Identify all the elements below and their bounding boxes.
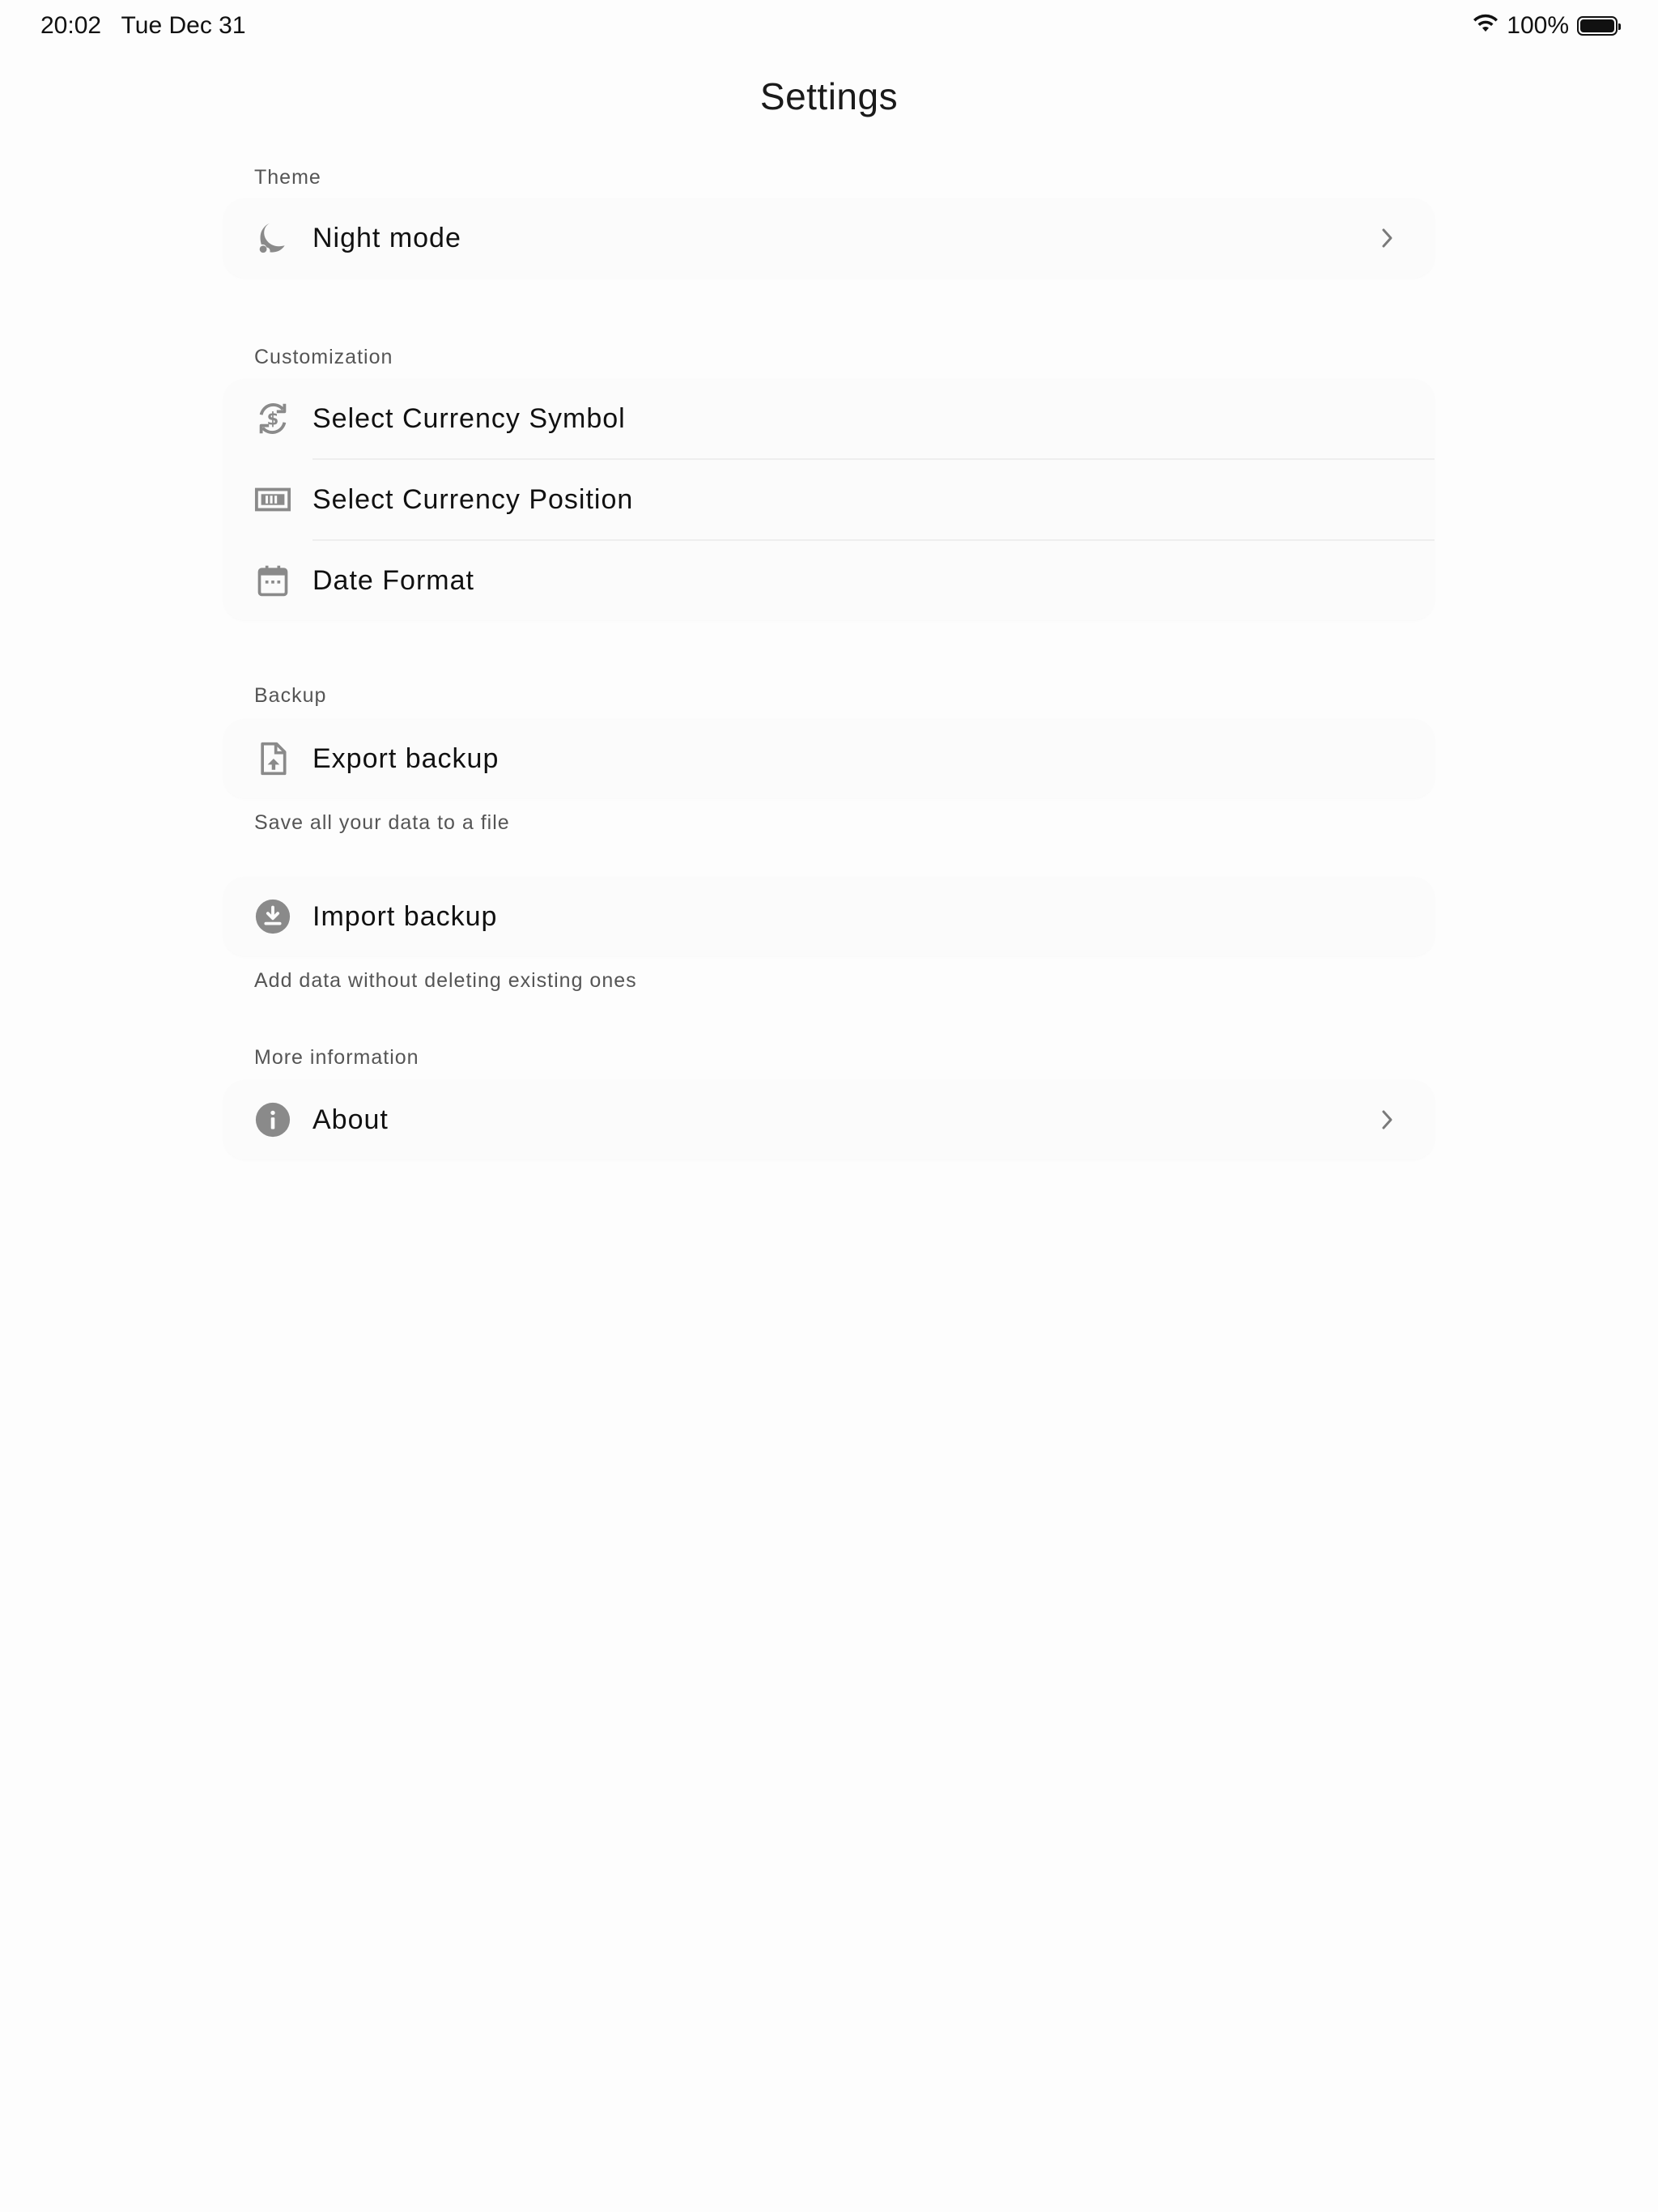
export-backup-item[interactable]: Export backup [223, 719, 1435, 798]
chevron-right-icon [1375, 225, 1401, 251]
moon-icon [254, 219, 291, 257]
date-format-label: Date Format [312, 564, 474, 596]
file-upload-icon [254, 740, 291, 777]
more-information-card: About [223, 1080, 1435, 1159]
select-currency-position-label: Select Currency Position [312, 483, 634, 515]
battery-percent: 100% [1507, 12, 1569, 39]
customization-card: $ Select Currency Symbol Select Currency… [223, 379, 1435, 620]
chevron-right-icon [1375, 1107, 1401, 1133]
export-backup-helper: Save all your data to a file [254, 811, 510, 834]
status-indicators: 100% [1473, 12, 1621, 40]
export-backup-label: Export backup [312, 742, 500, 774]
select-currency-symbol-label: Select Currency Symbol [312, 402, 626, 434]
section-label-backup: Backup [254, 684, 327, 707]
night-mode-item[interactable]: Night mode [223, 198, 1435, 278]
battery-icon [1577, 16, 1621, 36]
status-time: 20:02 [40, 12, 102, 39]
select-currency-symbol-item[interactable]: $ Select Currency Symbol [223, 379, 1435, 458]
svg-text:$: $ [267, 409, 279, 429]
theme-card: Night mode [223, 198, 1435, 278]
import-backup-item[interactable]: Import backup [223, 877, 1435, 956]
wifi-icon [1473, 12, 1499, 40]
section-label-customization: Customization [254, 346, 393, 368]
page-title: Settings [759, 75, 899, 117]
about-item[interactable]: About [223, 1080, 1435, 1159]
status-date: Tue Dec 31 [121, 12, 246, 39]
select-currency-position-item[interactable]: Select Currency Position [223, 460, 1435, 539]
night-mode-label: Night mode [312, 222, 461, 253]
status-bar: 20:02 Tue Dec 31 100% [0, 0, 1658, 52]
currency-exchange-icon: $ [254, 400, 291, 437]
section-label-more-information: More information [254, 1046, 419, 1069]
export-backup-card: Export backup [223, 719, 1435, 798]
download-circle-icon [254, 898, 291, 935]
status-time-date: 20:02 Tue Dec 31 [40, 12, 246, 40]
import-backup-label: Import backup [312, 900, 498, 932]
about-label: About [312, 1104, 389, 1135]
import-backup-card: Import backup [223, 877, 1435, 956]
currency-position-icon [254, 481, 291, 518]
date-format-item[interactable]: Date Format [223, 541, 1435, 620]
section-label-theme: Theme [254, 166, 321, 189]
calendar-icon [254, 562, 291, 599]
info-icon [254, 1101, 291, 1138]
import-backup-helper: Add data without deleting existing ones [254, 969, 637, 992]
battery-level [1580, 19, 1614, 32]
